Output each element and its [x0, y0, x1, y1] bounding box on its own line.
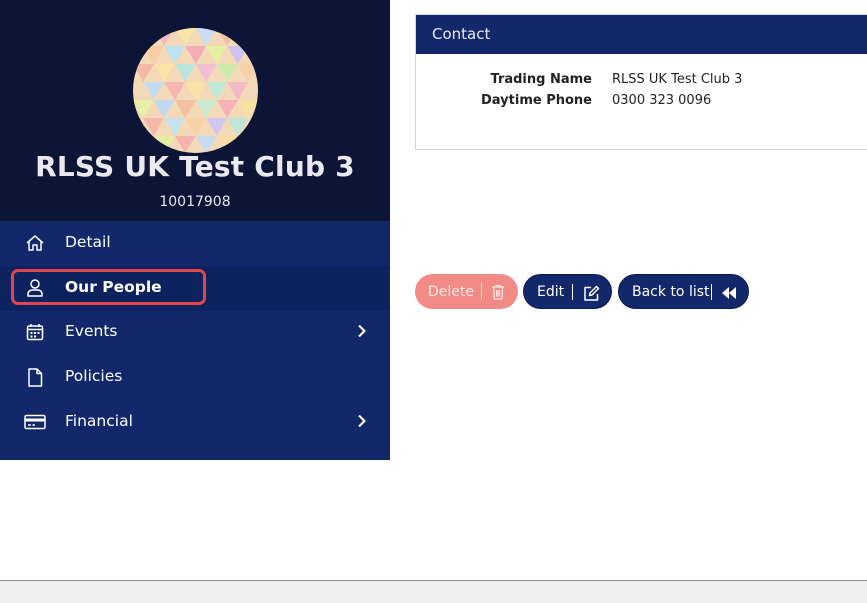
trash-icon — [488, 282, 508, 302]
chevron-right-icon — [357, 324, 367, 342]
back-to-list-label: Back to list — [632, 283, 710, 300]
button-separator — [572, 284, 573, 300]
daytime-phone-label: Daytime Phone — [481, 93, 592, 108]
sidebar-item-financial[interactable]: Financial — [0, 400, 390, 445]
club-id: 10017908 — [159, 194, 231, 210]
sidebar-item-label: Detail — [65, 233, 111, 251]
sidebar-item-events[interactable]: Events — [0, 310, 390, 355]
edit-button-label: Edit — [537, 283, 565, 300]
daytime-phone-value: 0300 323 0096 — [612, 93, 712, 108]
document-icon — [23, 366, 47, 388]
delete-button-label: Delete — [428, 283, 474, 300]
contact-card: Contact Trading Name RLSS UK Test Club 3… — [415, 14, 867, 150]
delete-button[interactable]: Delete — [415, 274, 518, 309]
sidebar-item-label: Financial — [65, 412, 133, 430]
sidebar-item-policies[interactable]: Policies — [0, 355, 390, 400]
edit-icon — [581, 283, 601, 303]
sidebar: RLSS UK Test Club 3 10017908 Detail Our … — [0, 0, 390, 460]
club-name: RLSS UK Test Club 3 — [35, 150, 355, 183]
back-to-list-button[interactable]: Back to list — [618, 274, 749, 309]
club-avatar — [133, 28, 258, 153]
contact-field-row: Trading Name RLSS UK Test Club 3 — [416, 72, 867, 92]
button-separator — [481, 283, 482, 299]
chevron-right-icon — [357, 414, 367, 432]
trading-name-label: Trading Name — [490, 72, 593, 87]
sidebar-item-label: Events — [65, 322, 118, 340]
contact-field-row: Daytime Phone 0300 323 0096 — [416, 93, 867, 113]
trading-name-value: RLSS UK Test Club 3 — [612, 72, 743, 87]
edit-button[interactable]: Edit — [523, 274, 612, 309]
highlight-box — [11, 269, 206, 305]
credit-card-icon — [23, 411, 47, 433]
footer-bar — [0, 580, 867, 603]
home-icon — [23, 232, 47, 254]
fast-backward-icon — [719, 283, 739, 303]
sidebar-item-label: Policies — [65, 367, 123, 385]
button-separator — [711, 284, 712, 300]
calendar-icon — [23, 321, 47, 343]
contact-card-title: Contact — [416, 15, 867, 54]
club-profile: RLSS UK Test Club 3 10017908 — [0, 0, 390, 221]
sidebar-item-detail[interactable]: Detail — [0, 221, 390, 266]
